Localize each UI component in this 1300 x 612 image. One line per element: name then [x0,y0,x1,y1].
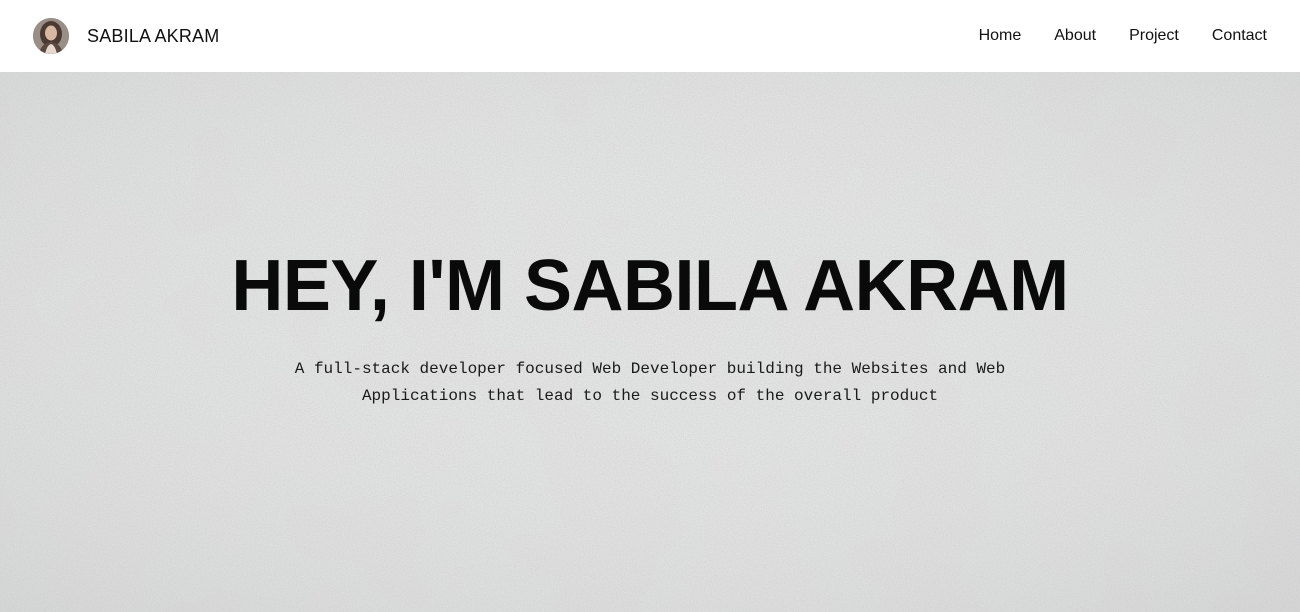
main-nav: Home About Project Contact [979,27,1267,45]
site-header: SABILA AKRAM Home About Project Contact [0,0,1300,72]
hero-subtitle: A full-stack developer focused Web Devel… [294,360,1006,405]
nav-contact[interactable]: Contact [1212,27,1267,45]
nav-project[interactable]: Project [1129,27,1179,45]
avatar[interactable] [33,18,69,54]
brand-name[interactable]: SABILA AKRAM [87,26,219,47]
nav-about[interactable]: About [1054,27,1096,45]
textured-wall-background [0,72,1300,612]
hero-section: HEY, I'M SABILA AKRAM A full-stack devel… [0,72,1300,612]
nav-home[interactable]: Home [979,27,1022,45]
profile-photo-icon [33,18,69,54]
brand[interactable]: SABILA AKRAM [33,18,219,54]
hero-title: HEY, I'M SABILA AKRAM [231,246,1069,326]
